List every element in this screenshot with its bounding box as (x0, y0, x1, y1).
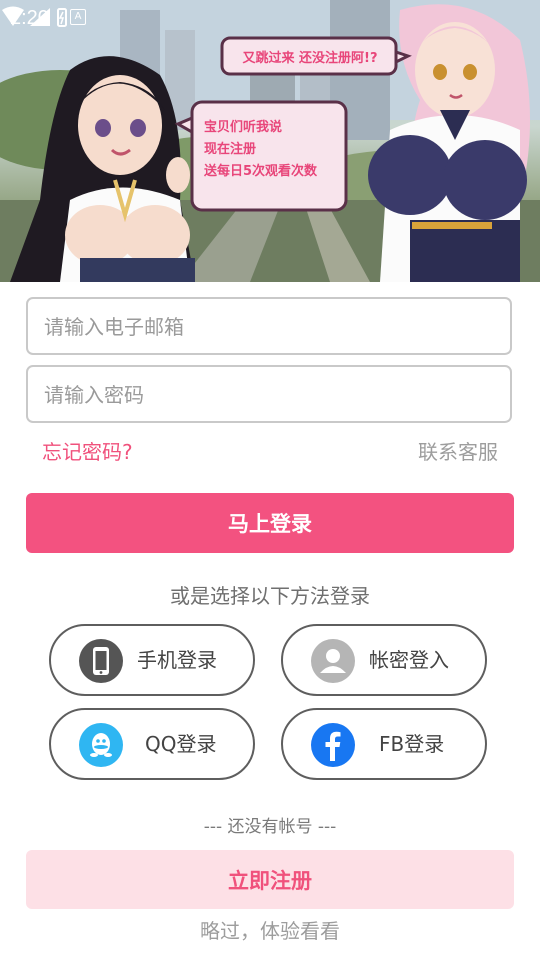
facebook-icon (311, 723, 355, 767)
notification-icon: A (70, 9, 86, 25)
forgot-password-link[interactable]: 忘记密码? (42, 436, 133, 465)
register-button[interactable]: 立即注册 (26, 850, 514, 909)
qq-icon (79, 723, 123, 767)
password-field[interactable] (42, 367, 486, 423)
login-page: 又跳过来 还没注册阿!? 宝贝们听我说 现在注册 送每日5次观看次数 2:20 … (0, 0, 540, 960)
qq-login-label: QQ登录 (145, 732, 217, 756)
bubble-left-line2: 现在注册 (204, 142, 257, 157)
status-bar: 2:20 A (0, 0, 540, 36)
no-account-label: --- 还没有帐号 --- (203, 817, 337, 837)
alternative-login-label: 或是选择以下方法登录 (170, 584, 370, 608)
password-field-container (26, 365, 512, 423)
status-icons (2, 6, 67, 27)
phone-login-label: 手机登录 (137, 648, 217, 672)
bubble-left-line3: 送每日5次观看次数 (204, 164, 318, 179)
account-login-button[interactable]: 帐密登入 (281, 624, 487, 696)
wifi-icon (2, 6, 24, 26)
email-field-container (26, 297, 512, 355)
promo-banner: 又跳过来 还没注册阿!? 宝贝们听我说 现在注册 送每日5次观看次数 2:20 … (0, 0, 540, 282)
phone-login-button[interactable]: 手机登录 (49, 624, 255, 696)
facebook-login-button[interactable]: FB登录 (281, 708, 487, 780)
banner-illustration (0, 0, 540, 282)
bubble-top-text: 又跳过来 还没注册阿!? (242, 51, 378, 66)
contact-support-link[interactable]: 联系客服 (418, 436, 498, 465)
user-icon (311, 639, 355, 683)
skip-link[interactable]: 略过，体验看看 (0, 915, 540, 944)
bubble-left-line1: 宝贝们听我说 (204, 120, 283, 135)
email-field[interactable] (42, 299, 486, 355)
facebook-login-label: FB登录 (379, 732, 445, 756)
signal-icon (30, 8, 50, 26)
phone-icon (79, 639, 123, 683)
login-button[interactable]: 马上登录 (26, 493, 514, 553)
account-login-label: 帐密登入 (369, 648, 449, 672)
qq-login-button[interactable]: QQ登录 (49, 708, 255, 780)
